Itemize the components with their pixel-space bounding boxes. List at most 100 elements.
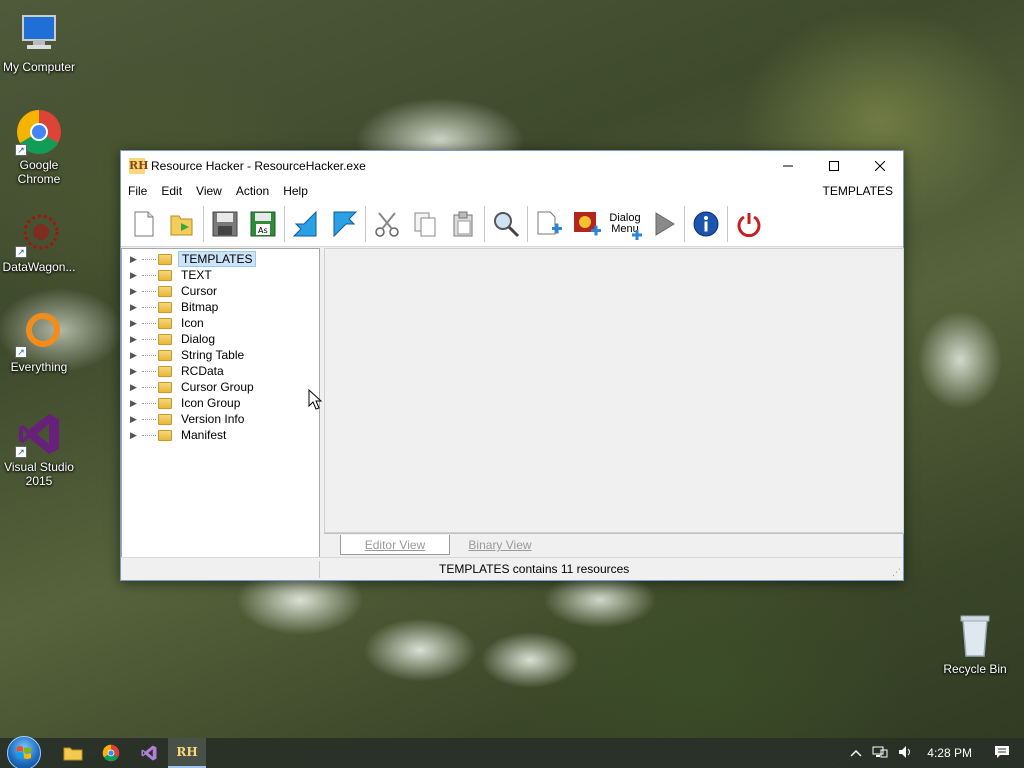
open-button[interactable]: [163, 204, 201, 244]
tree-item[interactable]: ▶ Icon: [122, 315, 207, 331]
menu-action[interactable]: Action: [229, 184, 276, 198]
chevron-right-icon[interactable]: ▶: [130, 350, 140, 361]
chevron-right-icon[interactable]: ▶: [130, 366, 140, 377]
tab-editor-view[interactable]: Editor View: [340, 535, 450, 555]
show-hidden-icons-icon[interactable]: [845, 746, 867, 760]
clock[interactable]: 4:28 PM: [919, 746, 988, 760]
desktop-icon-datawagon[interactable]: ↗ DataWagon...: [0, 210, 78, 274]
close-button[interactable]: [857, 151, 903, 181]
desktop-icon-visual-studio[interactable]: ↗ Visual Studio 2015: [0, 410, 78, 488]
paste-icon: [453, 211, 473, 236]
tree-item[interactable]: ▶ TEXT: [122, 267, 215, 283]
tree-connector: [142, 418, 156, 420]
tree-item-label: TEMPLATES: [178, 251, 257, 267]
taskbar-visual-studio[interactable]: [130, 738, 168, 768]
maximize-button[interactable]: [811, 151, 857, 181]
chevron-right-icon[interactable]: ▶: [130, 318, 140, 329]
chevron-right-icon[interactable]: ▶: [130, 270, 140, 281]
folder-icon: [63, 747, 83, 761]
chevron-right-icon[interactable]: ▶: [130, 302, 140, 313]
tree-item[interactable]: ▶ RCData: [122, 363, 227, 379]
cut-button[interactable]: [368, 204, 406, 244]
chrome-icon: [102, 744, 120, 762]
tree-item[interactable]: ▶ Version Info: [122, 411, 247, 427]
minimize-button[interactable]: [765, 151, 811, 181]
tree-connector: [142, 306, 156, 308]
compile-run-button[interactable]: [644, 204, 682, 244]
tab-binary-view[interactable]: Binary View: [450, 535, 550, 555]
resource-hacker-app-icon: RH: [176, 745, 198, 759]
chevron-right-icon[interactable]: ▶: [130, 254, 140, 265]
copy-button[interactable]: [406, 204, 444, 244]
forward-button[interactable]: [325, 204, 363, 244]
chevron-right-icon[interactable]: ▶: [130, 398, 140, 409]
taskbar-chrome[interactable]: [92, 738, 130, 768]
menu-edit[interactable]: Edit: [154, 184, 189, 198]
shortcut-arrow-icon: ↗: [15, 246, 27, 258]
tree-connector: [142, 434, 156, 436]
back-button[interactable]: [287, 204, 325, 244]
resize-grip-icon[interactable]: ⋰: [892, 567, 901, 578]
paste-button[interactable]: [444, 204, 482, 244]
tree-connector: [142, 386, 156, 388]
folder-icon: [158, 285, 172, 297]
folder-icon: [158, 317, 172, 329]
tree-item[interactable]: ▶ Cursor: [122, 283, 220, 299]
desktop-icon-label: Everything: [10, 360, 68, 374]
menu-help[interactable]: Help: [276, 184, 315, 198]
desktop-icon-everything[interactable]: ↗ Everything: [0, 310, 78, 374]
new-button[interactable]: [125, 204, 163, 244]
chevron-right-icon[interactable]: ▶: [130, 286, 140, 297]
taskbar-file-explorer[interactable]: [54, 738, 92, 768]
svg-text:As: As: [258, 226, 268, 235]
taskbar-resource-hacker[interactable]: RH: [168, 738, 206, 768]
folder-icon: [158, 349, 172, 361]
start-button[interactable]: [0, 736, 48, 768]
tree-item-label: Icon: [181, 316, 204, 330]
save-button[interactable]: [206, 204, 244, 244]
tree-item[interactable]: ▶ Bitmap: [122, 299, 221, 315]
desktop-icon-recycle-bin[interactable]: Recycle Bin: [936, 612, 1014, 676]
volume-icon[interactable]: [893, 745, 919, 762]
network-icon[interactable]: [867, 745, 893, 762]
save-as-button[interactable]: As: [244, 204, 282, 244]
about-button[interactable]: [687, 204, 725, 244]
menu-file[interactable]: File: [121, 184, 154, 198]
toolbar-separator: [684, 205, 685, 242]
menu-view[interactable]: View: [189, 184, 229, 198]
resource-tree[interactable]: ▶ TEMPLATES ▶ TEXT ▶ Cursor ▶ Bitmap ▶ Icon ▶ Dialo…: [121, 248, 320, 559]
dialog-merger-button[interactable]: Dialog Menu: [606, 204, 644, 244]
tree-item[interactable]: ▶ String Table: [122, 347, 247, 363]
action-center-icon[interactable]: [988, 745, 1024, 762]
tree-item[interactable]: ▶ Dialog: [122, 331, 218, 347]
tree-connector: [142, 354, 156, 356]
tree-item[interactable]: ▶ Manifest: [122, 427, 229, 443]
desktop-icon-google-chrome[interactable]: ↗ Google Chrome: [0, 108, 78, 186]
tree-item[interactable]: ▶ Icon Group: [122, 395, 243, 411]
windows-logo-icon: [7, 736, 41, 768]
chevron-right-icon[interactable]: ▶: [130, 430, 140, 441]
shortcut-arrow-icon: ↗: [15, 446, 27, 458]
find-button[interactable]: [487, 204, 525, 244]
add-blank-resource-button[interactable]: [530, 204, 568, 244]
chevron-right-icon[interactable]: ▶: [130, 382, 140, 393]
tree-item[interactable]: ▶ Cursor Group: [122, 379, 257, 395]
resource-hacker-window: RH Resource Hacker - ResourceHacker.exe …: [120, 150, 904, 581]
view-tabs: Editor View Binary View: [324, 533, 904, 559]
exit-button[interactable]: [730, 204, 768, 244]
add-image-resource-button[interactable]: [568, 204, 606, 244]
desktop-icon-my-computer[interactable]: My Computer: [0, 10, 78, 74]
toolbar: As Dialog Menu: [121, 201, 903, 247]
tree-item[interactable]: ▶ TEMPLATES: [122, 251, 257, 267]
computer-icon: [15, 10, 63, 58]
folder-icon: [158, 301, 172, 313]
chevron-right-icon[interactable]: ▶: [130, 414, 140, 425]
toolbar-separator: [527, 205, 528, 242]
title-bar[interactable]: RH Resource Hacker - ResourceHacker.exe: [121, 151, 903, 181]
folder-icon: [158, 253, 172, 265]
editor-pane[interactable]: [324, 248, 904, 533]
chevron-right-icon[interactable]: ▶: [130, 334, 140, 345]
desktop-icon-label: DataWagon...: [2, 260, 76, 274]
toolbar-separator: [284, 205, 285, 242]
chrome-icon: ↗: [15, 108, 63, 156]
